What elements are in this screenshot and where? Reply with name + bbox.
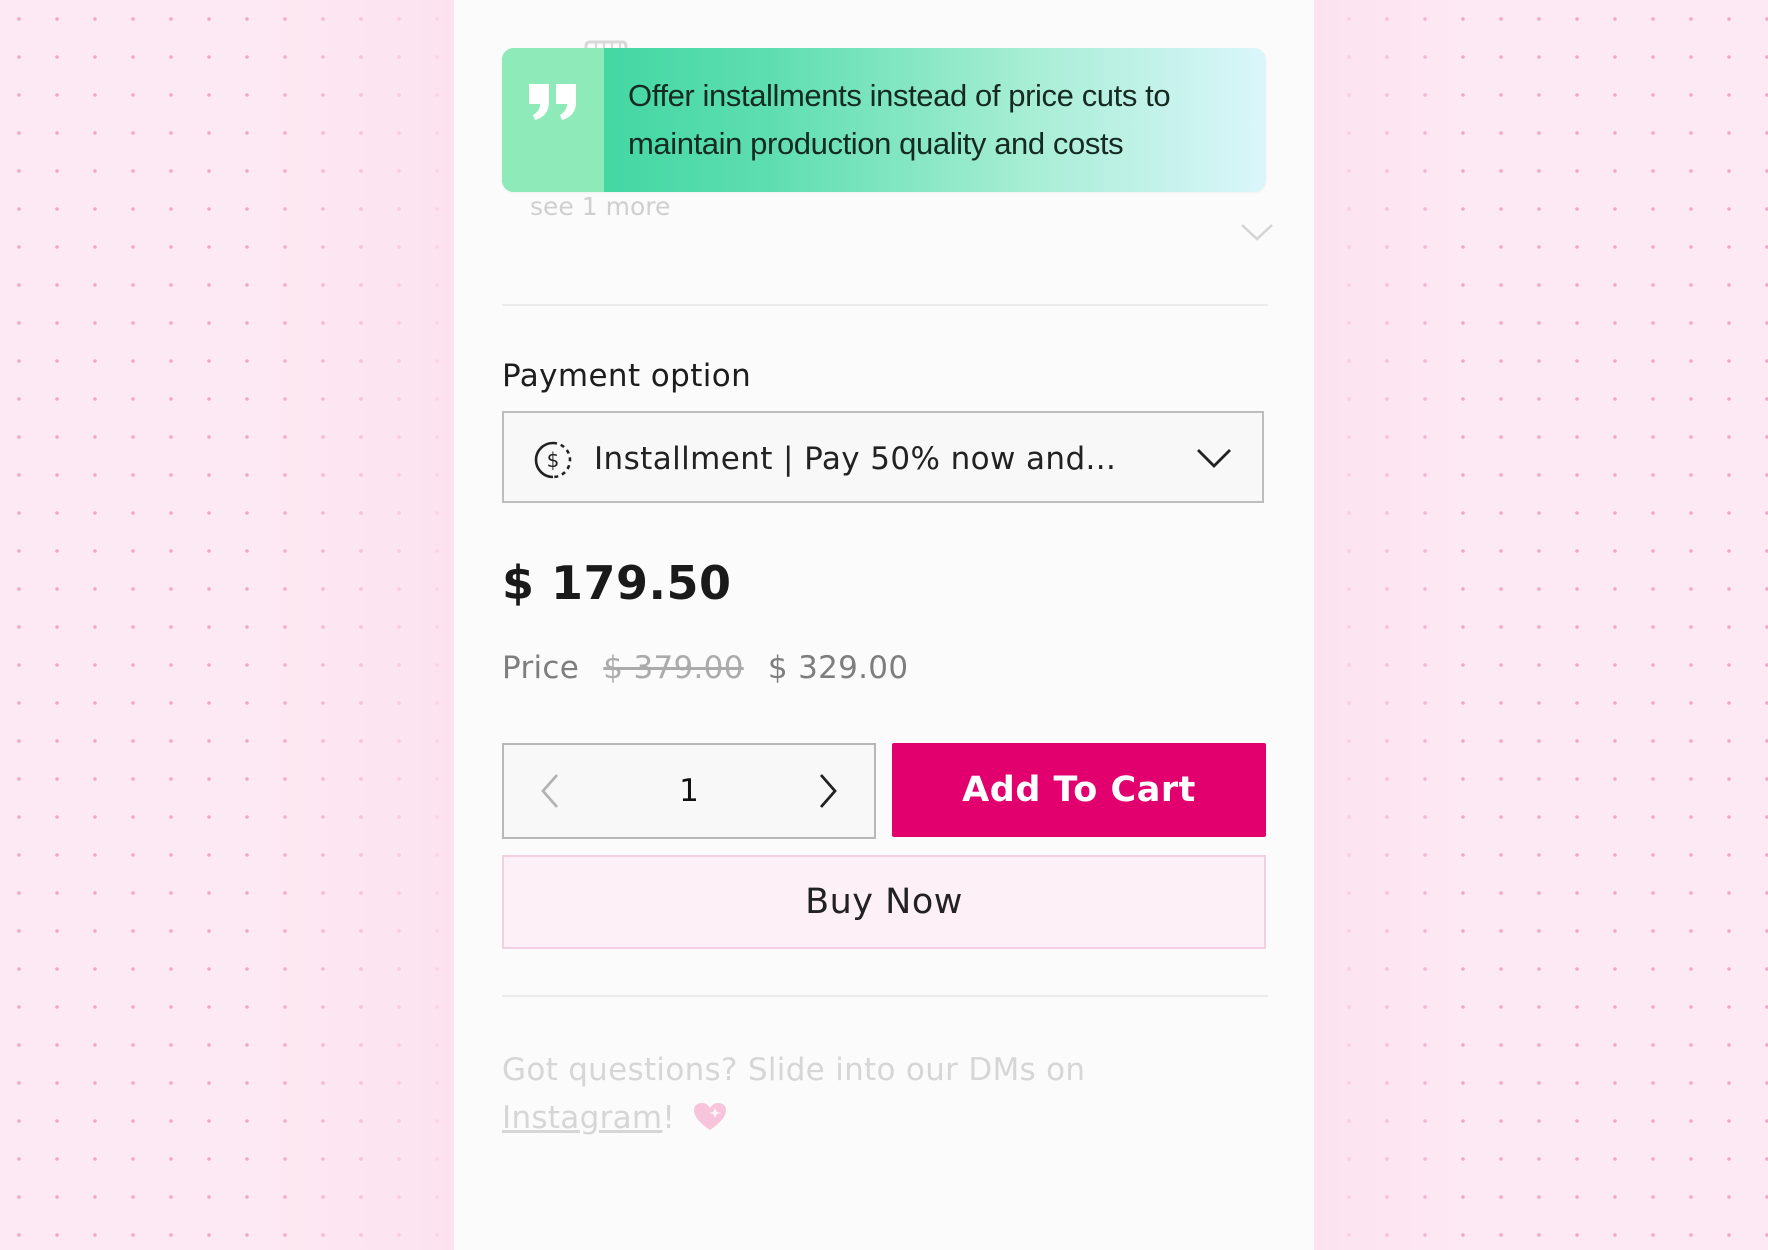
increase-quantity-button[interactable] (818, 773, 838, 809)
payment-option-value: Installment | Pay 50% now and... (594, 441, 1117, 477)
divider (502, 304, 1268, 306)
original-price: $ 379.00 (603, 650, 744, 686)
price-row: Price $ 379.00 $ 329.00 (502, 650, 908, 686)
footer-suffix: ! (662, 1100, 676, 1136)
tip-text: Offer installments instead of price cuts… (628, 78, 1171, 161)
product-panel: see 1 more Offer installments instead of… (454, 0, 1314, 1250)
payment-option-label: Payment option (502, 358, 752, 394)
svg-text:$: $ (547, 448, 560, 472)
dollar-coin-icon: $ (534, 441, 572, 479)
price-label: Price (502, 650, 580, 686)
total-price: $ 179.50 (502, 556, 732, 610)
footer-message: Got questions? Slide into our DMs on Ins… (502, 1046, 1202, 1142)
background-shade-left (260, 0, 454, 1250)
quantity-value[interactable]: 1 (664, 773, 714, 809)
quantity-stepper: 1 (502, 743, 876, 839)
decrease-quantity-button[interactable] (540, 773, 560, 809)
chevron-down-icon (1197, 449, 1231, 468)
quote-box (502, 48, 604, 192)
add-to-cart-button[interactable]: Add To Cart (892, 743, 1266, 837)
background-shade-right (1314, 0, 1464, 1250)
tip-banner: Offer installments instead of price cuts… (502, 48, 1266, 192)
quote-icon (529, 84, 576, 120)
chevron-down-icon[interactable] (1240, 222, 1274, 242)
see-more-link[interactable]: see 1 more (530, 192, 670, 221)
instagram-link[interactable]: Instagram (502, 1100, 662, 1136)
divider (502, 995, 1268, 997)
sale-price: $ 329.00 (767, 650, 909, 686)
footer-text: Got questions? Slide into our DMs on (502, 1052, 1086, 1088)
payment-option-select[interactable]: $ Installment | Pay 50% now and... (502, 411, 1264, 503)
heart-icon (694, 1103, 727, 1130)
buy-now-button[interactable]: Buy Now (502, 855, 1266, 949)
